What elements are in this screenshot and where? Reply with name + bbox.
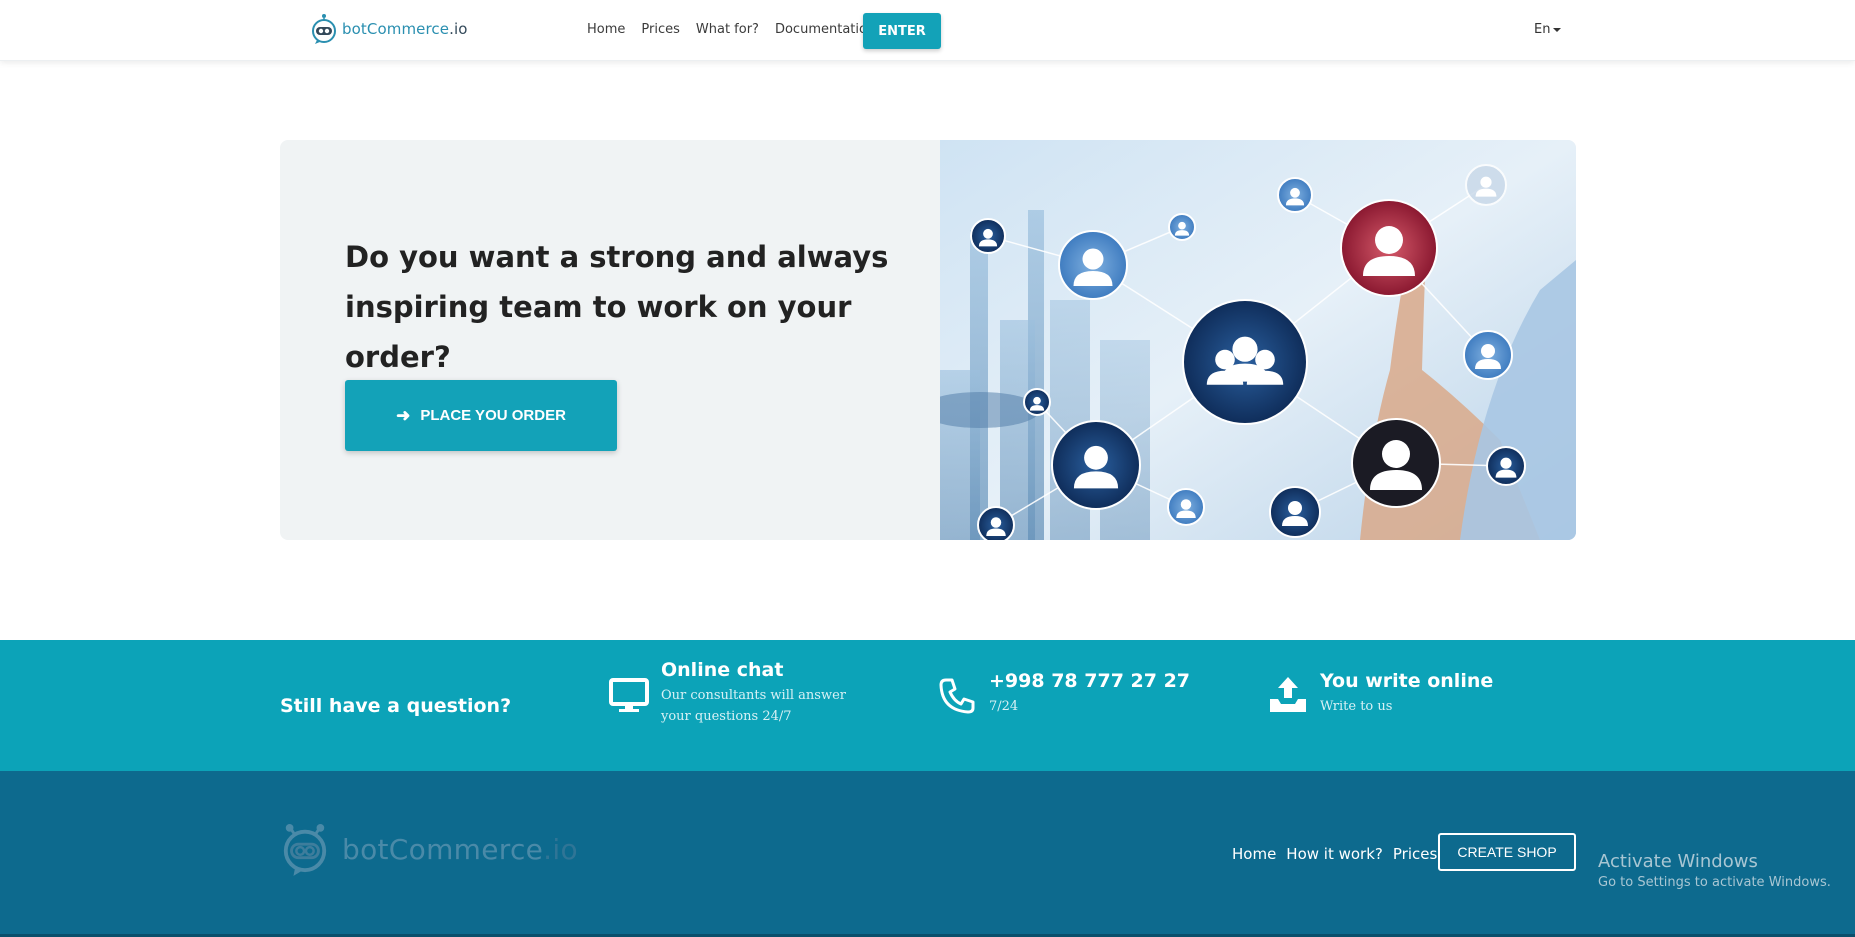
footer-prices-link[interactable]: Prices [1393, 845, 1437, 863]
phone-text: +998 78 777 27 27 7/24 [989, 669, 1190, 717]
watermark-subtitle: Go to Settings to activate Windows. [1598, 875, 1831, 890]
online-chat-text: Online chat Our consultants will answer … [661, 658, 871, 727]
online-chat-item[interactable]: Online chat Our consultants will answer … [609, 658, 871, 727]
phone-item[interactable]: +998 78 777 27 27 7/24 [937, 669, 1190, 717]
footer-brand-text: botCommerce.io [342, 832, 578, 866]
online-chat-title: Online chat [661, 659, 784, 681]
caret-down-icon [1553, 28, 1562, 32]
nav-documentation-link[interactable]: Documentation [775, 22, 875, 37]
enter-button[interactable]: ENTER [863, 13, 941, 49]
brand-logo[interactable]: botCommerce.io [311, 13, 468, 45]
footer-brand-logo[interactable]: botCommerce.io [280, 817, 578, 881]
activate-windows-watermark: Activate Windows Go to Settings to activ… [1598, 851, 1831, 890]
online-chat-subtitle: Our consultants will answer your questio… [661, 688, 846, 724]
top-navbar: botCommerce.io Home Prices What for? Doc… [0, 0, 1855, 61]
hero-title: Do you want a strong and always inspirin… [345, 240, 889, 374]
phone-number: +998 78 777 27 27 [989, 670, 1191, 692]
bot-logo-icon [283, 824, 327, 876]
brand-text: botCommerce.io [342, 20, 468, 38]
page: botCommerce.io Home Prices What for? Doc… [0, 0, 1855, 937]
phone-icon [939, 678, 975, 714]
footer-home-link[interactable]: Home [1232, 845, 1276, 863]
nav-prices-link[interactable]: Prices [641, 22, 680, 37]
footer: botCommerce.io Home How it work? Prices … [0, 771, 1855, 937]
language-dropdown[interactable]: En [1534, 22, 1562, 37]
contact-band: Still have a question? Online chat Our c… [0, 640, 1855, 771]
hero-text-panel: Do you want a strong and always inspirin… [280, 140, 940, 540]
still-question-heading: Still have a question? [280, 695, 512, 717]
hero-section: Do you want a strong and always inspirin… [280, 140, 1576, 540]
nav-what-for-link[interactable]: What for? [696, 22, 759, 37]
watermark-title: Activate Windows [1598, 851, 1758, 872]
footer-how-it-work-link[interactable]: How it work? [1286, 845, 1383, 863]
inbox-upload-icon [1270, 677, 1306, 712]
place-order-button[interactable]: ➜ PLACE YOU ORDER [345, 380, 617, 451]
nav-home-link[interactable]: Home [587, 22, 625, 37]
arrow-right-icon: ➜ [396, 405, 411, 425]
write-online-text: You write online Write to us [1320, 669, 1493, 717]
monitor-icon [609, 678, 649, 712]
phone-hours: 7/24 [989, 699, 1019, 714]
team-network-image [940, 140, 1576, 540]
footer-nav: Home How it work? Prices [1232, 845, 1447, 863]
write-online-subtitle: Write to us [1320, 699, 1393, 714]
create-shop-button[interactable]: CREATE SHOP [1438, 833, 1576, 871]
bot-logo-icon [312, 14, 336, 44]
language-label: En [1534, 22, 1551, 37]
write-online-title: You write online [1320, 670, 1494, 692]
write-online-item[interactable]: You write online Write to us [1268, 669, 1493, 717]
main-nav: Home Prices What for? Documentation [587, 22, 891, 37]
place-order-label: PLACE YOU ORDER [420, 407, 566, 424]
